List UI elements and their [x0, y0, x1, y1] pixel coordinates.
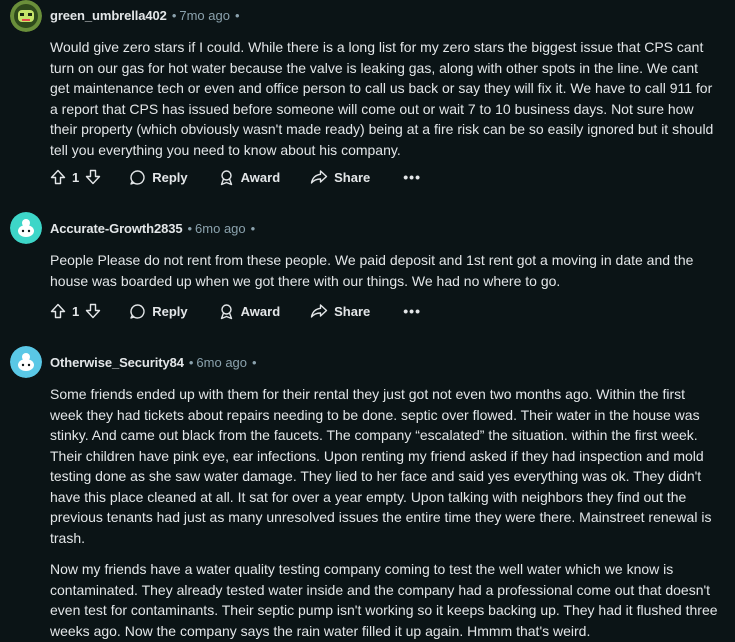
- downvote-icon: [86, 303, 101, 319]
- timestamp[interactable]: 7mo ago: [179, 8, 230, 23]
- comment-icon: [130, 169, 145, 185]
- share-button[interactable]: Share: [310, 169, 370, 185]
- more-options-button[interactable]: •••: [403, 169, 421, 185]
- avatar[interactable]: [10, 0, 42, 32]
- comment-actions: 1 Reply Award Share •••: [50, 166, 421, 188]
- award-button[interactable]: Award: [218, 169, 281, 186]
- more-options-button[interactable]: •••: [403, 303, 421, 319]
- more-icon: •••: [403, 303, 421, 319]
- share-button[interactable]: Share: [310, 303, 370, 319]
- award-label: Award: [240, 169, 281, 185]
- author-name[interactable]: Otherwise_Security84: [50, 355, 184, 370]
- upvote-icon: [50, 169, 66, 185]
- comment-paragraph: Would give zero stars if I could. While …: [50, 39, 714, 158]
- avatar[interactable]: [10, 346, 42, 378]
- vote-count: 1: [72, 169, 80, 185]
- downvote-button[interactable]: [85, 303, 101, 319]
- upvote-icon: [50, 303, 66, 319]
- meta-separator: •: [252, 355, 257, 370]
- comment-paragraph: Some friends ended up with them for thei…: [50, 386, 712, 546]
- author-name[interactable]: green_umbrella402: [50, 8, 167, 23]
- meta-separator: •: [171, 8, 177, 23]
- reply-label: Reply: [152, 169, 188, 185]
- comment-body: Would give zero stars if I could. While …: [50, 37, 720, 160]
- comment-meta: Accurate-Growth2835 • 6mo ago •: [50, 221, 258, 237]
- reply-button[interactable]: Reply: [129, 303, 188, 320]
- upvote-button[interactable]: [50, 169, 66, 185]
- share-label: Share: [334, 169, 371, 185]
- comment-meta: green_umbrella402 • 7mo ago •: [50, 8, 243, 24]
- downvote-button[interactable]: [85, 169, 101, 185]
- comment-body: People Please do not rent from these peo…: [50, 250, 720, 291]
- timestamp[interactable]: 6mo ago: [196, 355, 247, 370]
- reply-button[interactable]: Reply: [129, 169, 188, 186]
- avatar-icon: [10, 346, 42, 378]
- vote-count: 1: [72, 303, 80, 319]
- meta-separator: •: [187, 221, 193, 236]
- author-name[interactable]: Accurate-Growth2835: [50, 221, 183, 236]
- comment-icon: [130, 303, 145, 319]
- timestamp[interactable]: 6mo ago: [195, 221, 246, 236]
- upvote-button[interactable]: [50, 303, 66, 319]
- comment-paragraph: People Please do not rent from these peo…: [50, 252, 694, 289]
- avatar-icon: [10, 0, 42, 32]
- comment-body: Some friends ended up with them for thei…: [50, 384, 720, 641]
- downvote-icon: [86, 169, 101, 185]
- reply-label: Reply: [152, 303, 188, 319]
- comment-paragraph: Now my friends have a water quality test…: [50, 561, 718, 639]
- share-icon: [310, 304, 328, 318]
- award-button[interactable]: Award: [218, 303, 281, 320]
- avatar[interactable]: [10, 212, 42, 244]
- comment-actions: 1 Reply Award Share •••: [50, 300, 421, 322]
- comment-meta: Otherwise_Security84 • 6mo ago •: [50, 355, 260, 371]
- share-icon: [310, 170, 328, 184]
- meta-separator: •: [234, 8, 240, 23]
- award-icon: [220, 303, 232, 319]
- more-icon: •••: [403, 169, 421, 185]
- share-label: Share: [334, 303, 371, 319]
- meta-separator: •: [250, 221, 256, 236]
- award-icon: [220, 169, 232, 185]
- avatar-icon: [10, 212, 42, 244]
- award-label: Award: [240, 303, 281, 319]
- meta-separator: •: [188, 355, 194, 370]
